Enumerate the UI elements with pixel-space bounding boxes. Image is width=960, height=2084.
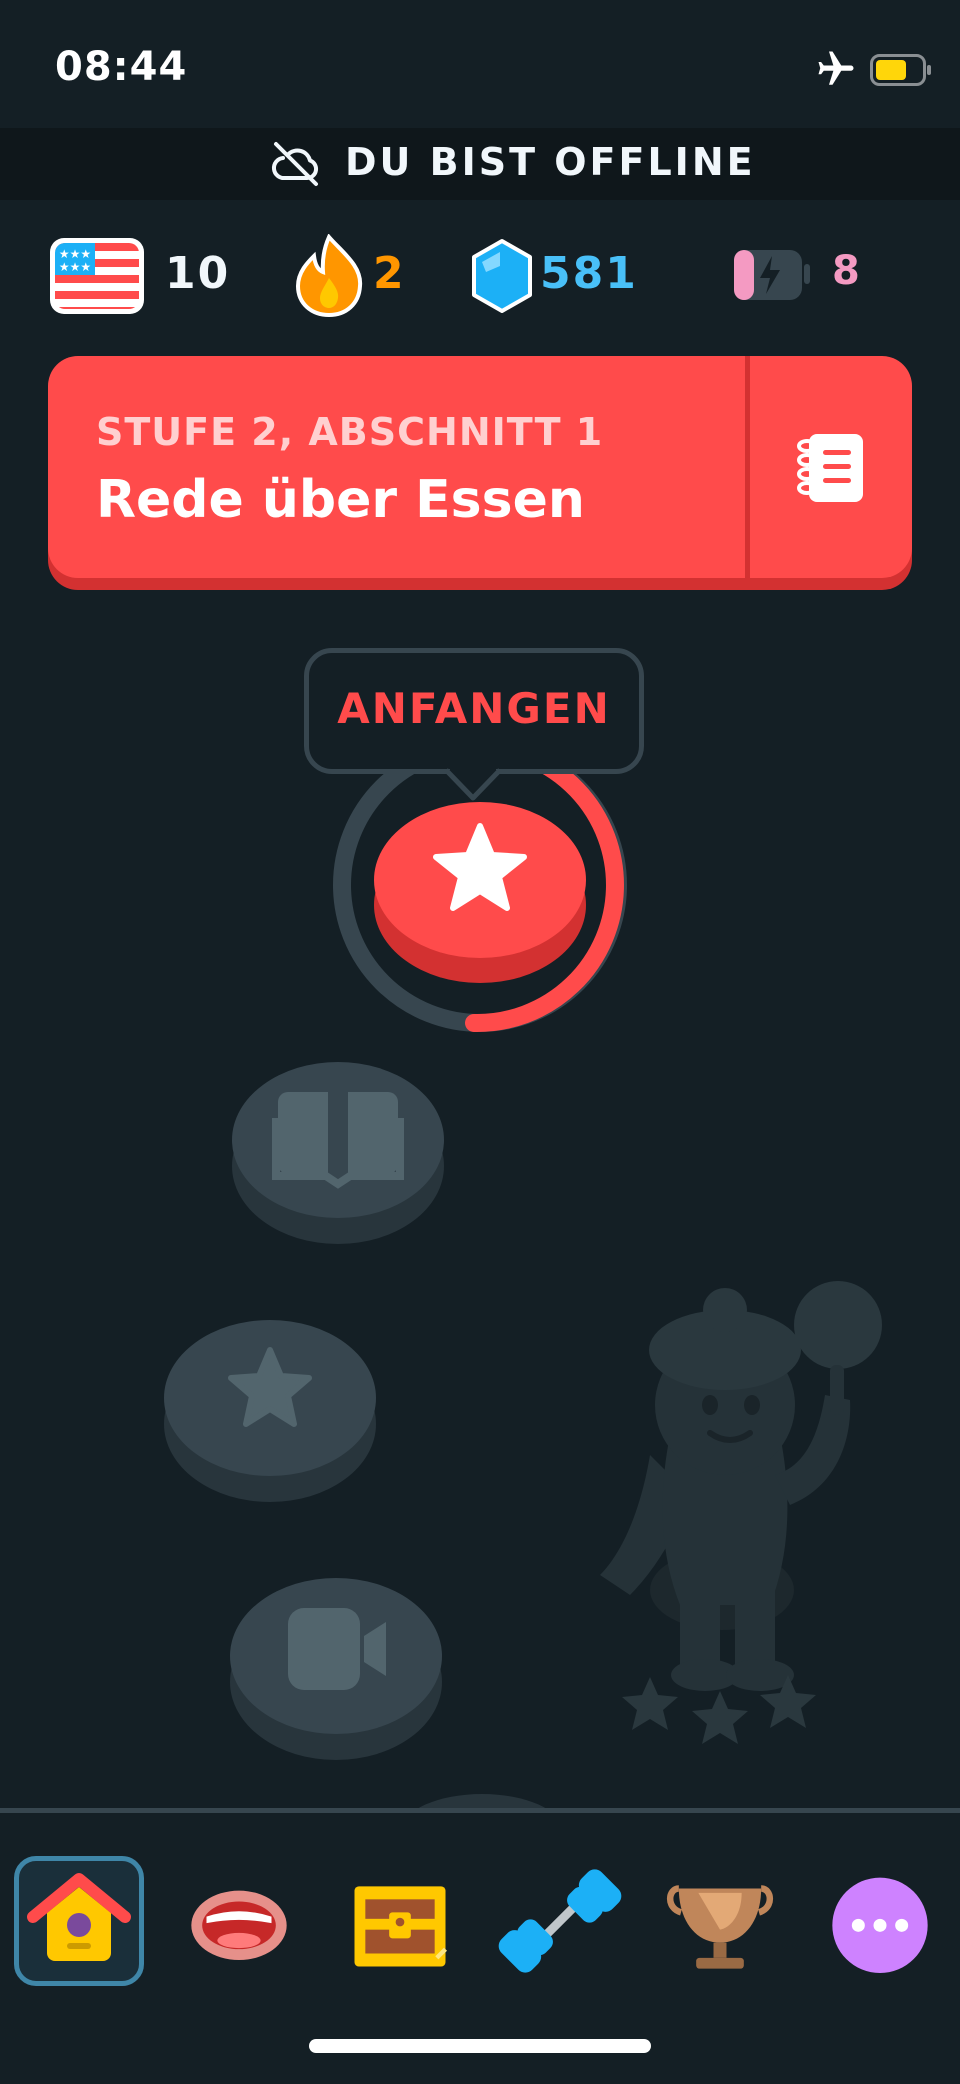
home-indicator[interactable] xyxy=(309,2039,651,2053)
home-icon xyxy=(27,1873,131,1961)
unit-subtitle: STUFE 2, ABSCHNITT 1 xyxy=(96,410,604,454)
nav-speak[interactable] xyxy=(174,1856,304,1986)
mascot-character xyxy=(600,1281,882,1744)
airplane-icon xyxy=(818,51,854,85)
gem-icon[interactable] xyxy=(470,238,534,314)
energy-battery-icon[interactable] xyxy=(730,244,812,304)
lesson-node-active[interactable] xyxy=(374,802,586,983)
dumbbell-icon xyxy=(498,1869,622,1973)
tooltip-arrow xyxy=(446,764,500,801)
speak-mouth-icon xyxy=(191,1890,287,1960)
offline-text: DU BIST OFFLINE xyxy=(345,140,756,184)
nav-chest[interactable] xyxy=(335,1856,465,1986)
trophy-icon xyxy=(666,1885,774,1969)
svg-text:★★★: ★★★ xyxy=(59,260,91,274)
book-icon xyxy=(272,1092,404,1189)
gem-count[interactable]: 581 xyxy=(540,248,638,299)
streak-flame-icon[interactable] xyxy=(292,234,366,318)
lesson-node-book[interactable] xyxy=(232,1062,444,1244)
treasure-chest-icon xyxy=(354,1886,448,1967)
status-time: 08:44 xyxy=(55,44,188,90)
more-icon xyxy=(832,1877,928,1973)
guidebook-icon xyxy=(797,434,863,502)
course-count[interactable]: 10 xyxy=(165,248,230,299)
nav-more[interactable] xyxy=(815,1856,945,1986)
us-flag-icon[interactable]: ★★★ ★★★ xyxy=(48,236,146,316)
nav-practice[interactable] xyxy=(495,1856,625,1986)
lesson-node-star-locked[interactable] xyxy=(164,1320,376,1502)
unit-title: Rede über Essen xyxy=(96,470,585,530)
start-button-label[interactable]: ANFANGEN xyxy=(304,684,644,733)
cloud-off-icon xyxy=(272,142,319,186)
nav-leagues[interactable] xyxy=(655,1856,785,1986)
energy-count[interactable]: 8 xyxy=(832,248,862,294)
battery-icon xyxy=(870,54,931,86)
nav-home[interactable] xyxy=(14,1856,144,1986)
svg-text:★★★: ★★★ xyxy=(59,247,91,261)
lesson-node-video[interactable] xyxy=(230,1578,442,1760)
streak-count[interactable]: 2 xyxy=(373,248,406,299)
